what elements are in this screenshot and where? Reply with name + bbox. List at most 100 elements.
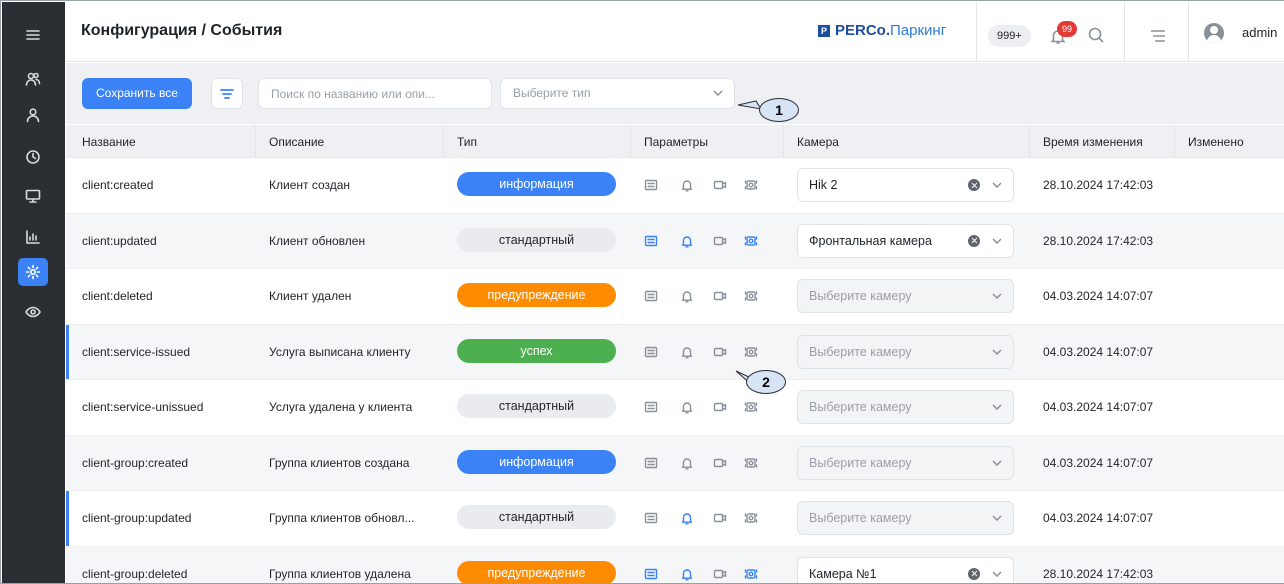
camera-select-value: Выберите камеру (809, 511, 912, 525)
brand-mark-icon: P (818, 24, 830, 37)
video-camera-icon[interactable] (713, 567, 727, 581)
event-type-badge[interactable]: информация (457, 449, 616, 474)
avatar[interactable] (1204, 23, 1224, 43)
event-type-badge[interactable]: стандартный (457, 505, 616, 529)
camera-select[interactable]: Камера №1 (797, 556, 1014, 583)
reports-chart-icon[interactable] (18, 223, 48, 251)
camera-select-value: Выберите камеру (809, 289, 912, 303)
info-card-icon[interactable] (644, 345, 658, 359)
video-camera-icon[interactable] (713, 178, 727, 192)
column-header-camera[interactable]: Камера (797, 135, 839, 149)
table-row[interactable]: client:service-unissued Услуга удалена у … (66, 380, 1284, 436)
table-row[interactable]: client-group:updated Группа клиентов обно… (66, 491, 1284, 547)
event-type-badge[interactable]: предупреждение (457, 283, 616, 307)
app-window: Конфигурация / События P PERCo. Паркинг … (0, 0, 1284, 584)
camera-select-value: Выберите камеру (809, 455, 912, 470)
monitor-icon[interactable] (18, 182, 48, 210)
info-card-icon[interactable] (644, 511, 658, 525)
bell-notify-icon[interactable] (680, 345, 694, 359)
divider (1188, 2, 1189, 62)
type-select[interactable]: Выберите тип (500, 78, 735, 109)
history-icon[interactable] (18, 143, 48, 171)
camera-select[interactable]: Выберите камеру (797, 501, 1014, 535)
brand-logo: P PERCo. Паркинг (818, 22, 946, 39)
chevron-down-icon (992, 570, 1002, 580)
video-camera-icon[interactable] (713, 345, 727, 359)
bell-notify-icon[interactable] (680, 456, 694, 470)
camera-select[interactable]: Hik 2 (797, 168, 1014, 202)
video-camera-icon[interactable] (713, 400, 727, 414)
camera-select[interactable]: Выберите камеру (797, 390, 1014, 424)
table-row[interactable]: client-group:created Группа клиентов созд… (66, 435, 1284, 491)
clear-icon[interactable] (968, 234, 980, 247)
column-header-type[interactable]: Тип (457, 135, 477, 149)
camera-select[interactable]: Выберите камеру (797, 279, 1014, 313)
chevron-down-icon (992, 237, 1002, 247)
bell-notify-icon[interactable] (680, 400, 694, 414)
column-header-modified-time[interactable]: Время изменения (1043, 135, 1143, 149)
column-divider (443, 125, 444, 158)
clear-icon[interactable] (968, 567, 980, 580)
event-type-badge[interactable]: предупреждение (457, 560, 616, 583)
info-card-icon[interactable] (644, 567, 658, 581)
camera-select[interactable]: Выберите камеру (797, 445, 1014, 480)
save-all-button[interactable]: Сохранить все (82, 78, 192, 109)
snapshot-icon[interactable] (744, 234, 758, 248)
event-type-badge[interactable]: информация (457, 172, 616, 196)
divider (976, 2, 977, 62)
snapshot-icon[interactable] (744, 511, 758, 525)
snapshot-icon[interactable] (744, 178, 758, 192)
filter-button[interactable] (211, 78, 243, 109)
info-card-icon[interactable] (644, 456, 658, 470)
event-description: Клиент создан (269, 178, 351, 192)
search-icon[interactable] (1087, 26, 1105, 47)
snapshot-icon[interactable] (744, 289, 758, 303)
info-card-icon[interactable] (644, 234, 658, 248)
camera-select[interactable]: Фронтальная камера (797, 223, 1014, 258)
event-type-badge[interactable]: стандартный (457, 394, 616, 418)
modified-time: 28.10.2024 17:42:03 (1043, 178, 1154, 192)
video-camera-icon[interactable] (713, 234, 727, 248)
toolbar: Сохранить все Выберите тип (66, 63, 1284, 124)
snapshot-icon[interactable] (744, 345, 758, 359)
bell-notify-icon[interactable] (680, 234, 694, 248)
column-header-parameters[interactable]: Параметры (644, 135, 708, 149)
snapshot-icon[interactable] (744, 456, 758, 470)
column-header-modified-by[interactable]: Изменено (1188, 135, 1244, 149)
info-card-icon[interactable] (644, 400, 658, 414)
settings-gear-icon[interactable] (18, 258, 48, 286)
bell-notify-icon[interactable] (680, 567, 694, 581)
bell-notify-icon[interactable] (680, 289, 694, 303)
users-group-icon[interactable] (18, 65, 48, 93)
user-icon[interactable] (18, 101, 48, 129)
table-row[interactable]: client:updated Клиент обновлен стандартный… (66, 213, 1284, 269)
video-camera-icon[interactable] (713, 456, 727, 470)
search-input[interactable] (258, 78, 492, 109)
info-card-icon[interactable] (644, 289, 658, 303)
video-camera-icon[interactable] (713, 289, 727, 303)
table-row[interactable]: client:service-issued Услуга выписана кли… (66, 324, 1284, 380)
events-counter-badge[interactable]: 999+ (988, 25, 1031, 47)
bell-notify-icon[interactable] (680, 178, 694, 192)
table-header: Название Описание Тип Параметры Камера В… (66, 125, 1284, 158)
eye-icon[interactable] (18, 298, 48, 326)
clear-icon[interactable] (968, 179, 980, 191)
snapshot-icon[interactable] (744, 567, 758, 581)
username[interactable]: admin (1242, 25, 1277, 40)
event-name: client:deleted (82, 289, 153, 303)
menu-icon[interactable] (18, 21, 48, 49)
video-camera-icon[interactable] (713, 511, 727, 525)
table-row[interactable]: client-group:deleted Группа клиентов удал… (66, 546, 1284, 583)
info-card-icon[interactable] (644, 178, 658, 192)
event-type-badge[interactable]: успех (457, 338, 616, 363)
bell-notify-icon[interactable] (680, 511, 694, 525)
column-header-name[interactable]: Название (82, 135, 136, 149)
snapshot-icon[interactable] (744, 400, 758, 414)
table-row[interactable]: client:deleted Клиент удален предупреждени… (66, 269, 1284, 325)
table-row[interactable]: client:created Клиент создан информация Hik… (66, 158, 1284, 214)
event-description: Группа клиентов создана (269, 455, 410, 470)
event-type-badge[interactable]: стандартный (457, 227, 616, 252)
camera-select[interactable]: Выберите камеру (797, 334, 1014, 369)
column-header-description[interactable]: Описание (269, 135, 324, 149)
list-menu-icon[interactable] (1150, 29, 1166, 46)
